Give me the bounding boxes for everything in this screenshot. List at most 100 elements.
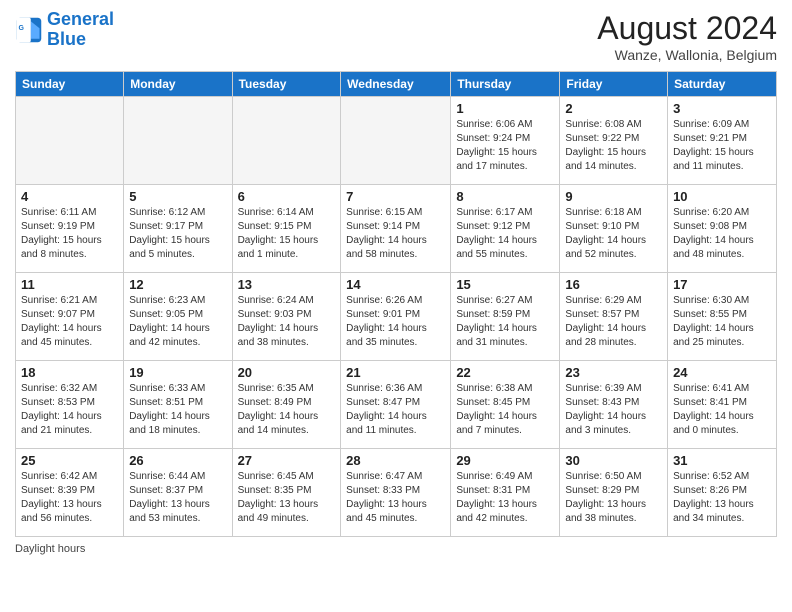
day-info: Sunrise: 6:50 AM Sunset: 8:29 PM Dayligh…	[565, 470, 662, 526]
calendar-cell: 18 Sunrise: 6:32 AM Sunset: 8:53 PM Dayli…	[16, 361, 124, 449]
day-info: Sunrise: 6:41 AM Sunset: 8:41 PM Dayligh…	[673, 382, 771, 438]
col-wednesday: Wednesday	[341, 72, 451, 97]
day-info: Sunrise: 6:35 AM Sunset: 8:49 PM Dayligh…	[238, 382, 336, 438]
day-info: Sunrise: 6:36 AM Sunset: 8:47 PM Dayligh…	[346, 382, 445, 438]
day-info: Sunrise: 6:27 AM Sunset: 8:59 PM Dayligh…	[456, 294, 554, 350]
calendar-cell: 28 Sunrise: 6:47 AM Sunset: 8:33 PM Dayli…	[341, 449, 451, 537]
calendar-cell	[232, 97, 341, 185]
calendar-cell: 26Sunrise: 6:44 AM Sunset: 8:37 PM Dayli…	[124, 449, 232, 537]
day-number: 18	[21, 365, 118, 380]
day-info: Sunrise: 6:32 AM Sunset: 8:53 PM Dayligh…	[21, 382, 118, 438]
calendar-cell: 8 Sunrise: 6:17 AM Sunset: 9:12 PM Daylig…	[451, 185, 560, 273]
day-number: 12	[129, 277, 226, 292]
day-info: Sunrise: 6:42 AM Sunset: 8:39 PM Dayligh…	[21, 470, 118, 526]
calendar-cell: 11Sunrise: 6:21 AM Sunset: 9:07 PM Dayli…	[16, 273, 124, 361]
title-block: August 2024 Wanze, Wallonia, Belgium	[597, 10, 777, 63]
day-number: 7	[346, 189, 445, 204]
calendar: Sunday Monday Tuesday Wednesday Thursday…	[15, 71, 777, 537]
calendar-cell: 25 Sunrise: 6:42 AM Sunset: 8:39 PM Dayli…	[16, 449, 124, 537]
day-number: 16	[565, 277, 662, 292]
calendar-week-2: 11Sunrise: 6:21 AM Sunset: 9:07 PM Dayli…	[16, 273, 777, 361]
day-number: 6	[238, 189, 336, 204]
day-info: Sunrise: 6:12 AM Sunset: 9:17 PM Dayligh…	[129, 206, 226, 262]
calendar-cell	[16, 97, 124, 185]
day-number: 29	[456, 453, 554, 468]
calendar-cell	[124, 97, 232, 185]
day-info: Sunrise: 6:45 AM Sunset: 8:35 PM Dayligh…	[238, 470, 336, 526]
calendar-cell: 31 Sunrise: 6:52 AM Sunset: 8:26 PM Dayli…	[668, 449, 777, 537]
day-number: 28	[346, 453, 445, 468]
day-number: 22	[456, 365, 554, 380]
day-info: Sunrise: 6:08 AM Sunset: 9:22 PM Dayligh…	[565, 118, 662, 174]
calendar-cell: 21 Sunrise: 6:36 AM Sunset: 8:47 PM Dayli…	[341, 361, 451, 449]
day-info: Sunrise: 6:11 AM Sunset: 9:19 PM Dayligh…	[21, 206, 118, 262]
calendar-cell: 22 Sunrise: 6:38 AM Sunset: 8:45 PM Dayli…	[451, 361, 560, 449]
calendar-cell: 13 Sunrise: 6:24 AM Sunset: 9:03 PM Dayli…	[232, 273, 341, 361]
calendar-cell: 29Sunrise: 6:49 AM Sunset: 8:31 PM Dayli…	[451, 449, 560, 537]
calendar-cell: 7Sunrise: 6:15 AM Sunset: 9:14 PM Daylig…	[341, 185, 451, 273]
col-monday: Monday	[124, 72, 232, 97]
calendar-cell: 12Sunrise: 6:23 AM Sunset: 9:05 PM Dayli…	[124, 273, 232, 361]
day-number: 31	[673, 453, 771, 468]
day-number: 1	[456, 101, 554, 116]
calendar-cell: 23 Sunrise: 6:39 AM Sunset: 8:43 PM Dayli…	[560, 361, 668, 449]
day-info: Sunrise: 6:33 AM Sunset: 8:51 PM Dayligh…	[129, 382, 226, 438]
day-info: Sunrise: 6:38 AM Sunset: 8:45 PM Dayligh…	[456, 382, 554, 438]
col-sunday: Sunday	[16, 72, 124, 97]
calendar-week-0: 1 Sunrise: 6:06 AM Sunset: 9:24 PM Daylig…	[16, 97, 777, 185]
day-number: 3	[673, 101, 771, 116]
logo-text: General Blue	[47, 10, 114, 50]
day-number: 25	[21, 453, 118, 468]
col-tuesday: Tuesday	[232, 72, 341, 97]
calendar-cell: 10 Sunrise: 6:20 AM Sunset: 9:08 PM Dayli…	[668, 185, 777, 273]
day-number: 13	[238, 277, 336, 292]
day-number: 19	[129, 365, 226, 380]
calendar-cell: 4 Sunrise: 6:11 AM Sunset: 9:19 PM Daylig…	[16, 185, 124, 273]
day-number: 8	[456, 189, 554, 204]
calendar-header-row: Sunday Monday Tuesday Wednesday Thursday…	[16, 72, 777, 97]
day-info: Sunrise: 6:39 AM Sunset: 8:43 PM Dayligh…	[565, 382, 662, 438]
calendar-cell: 24Sunrise: 6:41 AM Sunset: 8:41 PM Dayli…	[668, 361, 777, 449]
month-year: August 2024	[597, 10, 777, 47]
day-number: 21	[346, 365, 445, 380]
footer: Daylight hours	[15, 543, 777, 555]
day-number: 23	[565, 365, 662, 380]
day-number: 14	[346, 277, 445, 292]
calendar-cell: 16 Sunrise: 6:29 AM Sunset: 8:57 PM Dayli…	[560, 273, 668, 361]
day-info: Sunrise: 6:17 AM Sunset: 9:12 PM Dayligh…	[456, 206, 554, 262]
day-number: 2	[565, 101, 662, 116]
calendar-cell: 20 Sunrise: 6:35 AM Sunset: 8:49 PM Dayli…	[232, 361, 341, 449]
svg-text:G: G	[19, 25, 25, 32]
calendar-cell	[341, 97, 451, 185]
day-number: 27	[238, 453, 336, 468]
calendar-cell: 30Sunrise: 6:50 AM Sunset: 8:29 PM Dayli…	[560, 449, 668, 537]
logo: G General Blue	[15, 10, 114, 50]
calendar-week-1: 4 Sunrise: 6:11 AM Sunset: 9:19 PM Daylig…	[16, 185, 777, 273]
calendar-cell: 14Sunrise: 6:26 AM Sunset: 9:01 PM Dayli…	[341, 273, 451, 361]
location: Wanze, Wallonia, Belgium	[597, 47, 777, 63]
calendar-cell: 2 Sunrise: 6:08 AM Sunset: 9:22 PM Daylig…	[560, 97, 668, 185]
day-number: 20	[238, 365, 336, 380]
day-info: Sunrise: 6:44 AM Sunset: 8:37 PM Dayligh…	[129, 470, 226, 526]
day-number: 17	[673, 277, 771, 292]
day-info: Sunrise: 6:24 AM Sunset: 9:03 PM Dayligh…	[238, 294, 336, 350]
day-number: 4	[21, 189, 118, 204]
calendar-cell: 1 Sunrise: 6:06 AM Sunset: 9:24 PM Daylig…	[451, 97, 560, 185]
day-info: Sunrise: 6:20 AM Sunset: 9:08 PM Dayligh…	[673, 206, 771, 262]
logo-icon: G	[15, 16, 43, 44]
day-info: Sunrise: 6:06 AM Sunset: 9:24 PM Dayligh…	[456, 118, 554, 174]
calendar-cell: 17 Sunrise: 6:30 AM Sunset: 8:55 PM Dayli…	[668, 273, 777, 361]
day-info: Sunrise: 6:52 AM Sunset: 8:26 PM Dayligh…	[673, 470, 771, 526]
day-info: Sunrise: 6:14 AM Sunset: 9:15 PM Dayligh…	[238, 206, 336, 262]
day-info: Sunrise: 6:30 AM Sunset: 8:55 PM Dayligh…	[673, 294, 771, 350]
day-info: Sunrise: 6:47 AM Sunset: 8:33 PM Dayligh…	[346, 470, 445, 526]
day-info: Sunrise: 6:29 AM Sunset: 8:57 PM Dayligh…	[565, 294, 662, 350]
day-number: 10	[673, 189, 771, 204]
col-thursday: Thursday	[451, 72, 560, 97]
page: G General Blue August 2024 Wanze, Wallon…	[0, 0, 792, 612]
header: G General Blue August 2024 Wanze, Wallon…	[15, 10, 777, 63]
day-number: 9	[565, 189, 662, 204]
calendar-cell: 15 Sunrise: 6:27 AM Sunset: 8:59 PM Dayli…	[451, 273, 560, 361]
day-number: 15	[456, 277, 554, 292]
calendar-week-4: 25 Sunrise: 6:42 AM Sunset: 8:39 PM Dayli…	[16, 449, 777, 537]
